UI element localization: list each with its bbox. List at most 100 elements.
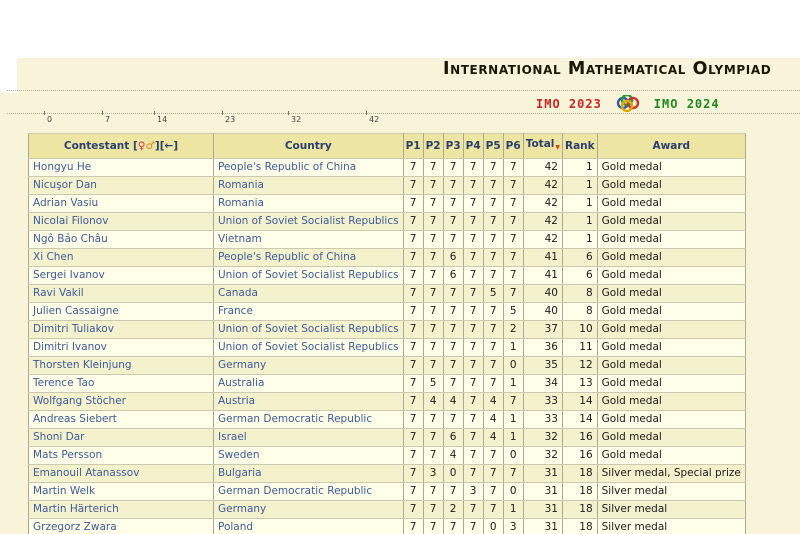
male-icon[interactable]: ♂ <box>145 140 154 152</box>
award-cell: Silver medal, Special prize <box>597 465 745 483</box>
contestant-cell[interactable]: Andreas Siebert <box>29 411 214 429</box>
country-cell[interactable]: Australia <box>214 375 404 393</box>
award-cell: Silver medal <box>597 519 745 534</box>
col-header-p5[interactable]: P5 <box>483 134 503 159</box>
rank-cell: 8 <box>563 285 598 303</box>
col-header-p1[interactable]: P1 <box>403 134 423 159</box>
table-row: Sergei IvanovUnion of Soviet Socialist R… <box>29 267 746 285</box>
award-cell: Gold medal <box>597 249 745 267</box>
score-cell: 7 <box>423 195 443 213</box>
contestant-cell[interactable]: Adrian Vasiu <box>29 195 214 213</box>
score-cell: 7 <box>463 501 483 519</box>
contestant-cell[interactable]: Ravi Vakil <box>29 285 214 303</box>
award-cell: Gold medal <box>597 339 745 357</box>
rank-cell: 14 <box>563 411 598 429</box>
country-cell[interactable]: Union of Soviet Socialist Republics <box>214 339 404 357</box>
score-cell: 7 <box>483 195 503 213</box>
country-cell[interactable]: Poland <box>214 519 404 534</box>
score-cell: 7 <box>503 267 523 285</box>
col-header-p3[interactable]: P3 <box>443 134 463 159</box>
score-cell: 7 <box>403 411 423 429</box>
score-cell: 7 <box>403 447 423 465</box>
score-cell: 7 <box>423 519 443 534</box>
country-cell[interactable]: Israel <box>214 429 404 447</box>
contestant-cell[interactable]: Sergei Ivanov <box>29 267 214 285</box>
rank-cell: 1 <box>563 213 598 231</box>
contestant-cell[interactable]: Ngô Bảo Châu <box>29 231 214 249</box>
award-cell: Gold medal <box>597 303 745 321</box>
contestant-cell[interactable]: Wolfgang Stöcher <box>29 393 214 411</box>
ruler-tick <box>366 111 367 115</box>
country-cell[interactable]: German Democratic Republic <box>214 483 404 501</box>
score-cell: 7 <box>503 249 523 267</box>
score-cell: 0 <box>483 519 503 534</box>
score-cell: 0 <box>503 483 523 501</box>
country-cell[interactable]: Union of Soviet Socialist Republics <box>214 267 404 285</box>
country-cell[interactable]: Canada <box>214 285 404 303</box>
country-cell[interactable]: Union of Soviet Socialist Republics <box>214 321 404 339</box>
contestant-cell[interactable]: Martin Härterich <box>29 501 214 519</box>
score-cell: 7 <box>423 213 443 231</box>
contestant-header-label: Contestant <box>64 140 129 152</box>
country-cell[interactable]: Bulgaria <box>214 465 404 483</box>
contestant-cell[interactable]: Thorsten Kleinjung <box>29 357 214 375</box>
contestant-cell[interactable]: Dimitri Tuliakov <box>29 321 214 339</box>
contestant-cell[interactable]: Martin Welk <box>29 483 214 501</box>
col-header-contestant[interactable]: Contestant [♀♂][←] <box>29 134 214 159</box>
contestant-cell[interactable]: Mats Persson <box>29 447 214 465</box>
col-header-rank[interactable]: Rank <box>563 134 598 159</box>
col-header-p4[interactable]: P4 <box>463 134 483 159</box>
back-link[interactable]: [←] <box>160 140 178 152</box>
contestant-cell[interactable]: Terence Tao <box>29 375 214 393</box>
col-header-total[interactable]: Total▼ <box>523 134 562 159</box>
contestant-cell[interactable]: Grzegorz Zwara <box>29 519 214 534</box>
country-cell[interactable]: People's Republic of China <box>214 249 404 267</box>
contestant-cell[interactable]: Nicuşor Dan <box>29 177 214 195</box>
contestant-cell[interactable]: Dimitri Ivanov <box>29 339 214 357</box>
contestant-cell[interactable]: Xi Chen <box>29 249 214 267</box>
table-row: Mats PerssonSweden7747703216Gold medal <box>29 447 746 465</box>
rank-cell: 11 <box>563 339 598 357</box>
ruler-tick <box>154 111 155 115</box>
award-cell: Gold medal <box>597 267 745 285</box>
col-header-p6[interactable]: P6 <box>503 134 523 159</box>
score-cell: 0 <box>503 447 523 465</box>
gender-filter[interactable]: [♀♂] <box>133 140 160 152</box>
country-cell[interactable]: Vietnam <box>214 231 404 249</box>
total-cell: 41 <box>523 249 562 267</box>
country-cell[interactable]: Austria <box>214 393 404 411</box>
next-year-link[interactable]: IMO 2024 <box>654 97 720 111</box>
score-cell: 7 <box>443 321 463 339</box>
award-cell: Gold medal <box>597 429 745 447</box>
col-header-country[interactable]: Country <box>214 134 404 159</box>
country-cell[interactable]: Romania <box>214 177 404 195</box>
contestant-cell[interactable]: Emanouil Atanassov <box>29 465 214 483</box>
table-row: Terence TaoAustralia7577713413Gold medal <box>29 375 746 393</box>
score-cell: 0 <box>503 357 523 375</box>
country-cell[interactable]: France <box>214 303 404 321</box>
country-cell[interactable]: Germany <box>214 501 404 519</box>
country-cell[interactable]: German Democratic Republic <box>214 411 404 429</box>
table-row: Martin WelkGerman Democratic Republic777… <box>29 483 746 501</box>
score-cell: 3 <box>503 519 523 534</box>
col-header-p2[interactable]: P2 <box>423 134 443 159</box>
col-header-award[interactable]: Award <box>597 134 745 159</box>
contestant-cell[interactable]: Nicolai Filonov <box>29 213 214 231</box>
score-cell: 7 <box>503 213 523 231</box>
score-cell: 7 <box>443 483 463 501</box>
prev-year-link[interactable]: IMO 2023 <box>536 97 602 111</box>
contestant-cell[interactable]: Shoni Dar <box>29 429 214 447</box>
award-cell: Silver medal <box>597 501 745 519</box>
country-cell[interactable]: Sweden <box>214 447 404 465</box>
country-cell[interactable]: Romania <box>214 195 404 213</box>
contestant-cell[interactable]: Hongyu He <box>29 159 214 177</box>
country-cell[interactable]: Germany <box>214 357 404 375</box>
score-cell: 7 <box>403 213 423 231</box>
contestant-cell[interactable]: Julien Cassaigne <box>29 303 214 321</box>
country-cell[interactable]: People's Republic of China <box>214 159 404 177</box>
total-cell: 34 <box>523 375 562 393</box>
country-cell[interactable]: Union of Soviet Socialist Republics <box>214 213 404 231</box>
score-cell: 7 <box>463 195 483 213</box>
score-cell: 5 <box>423 375 443 393</box>
table-row: Dimitri TuliakovUnion of Soviet Socialis… <box>29 321 746 339</box>
